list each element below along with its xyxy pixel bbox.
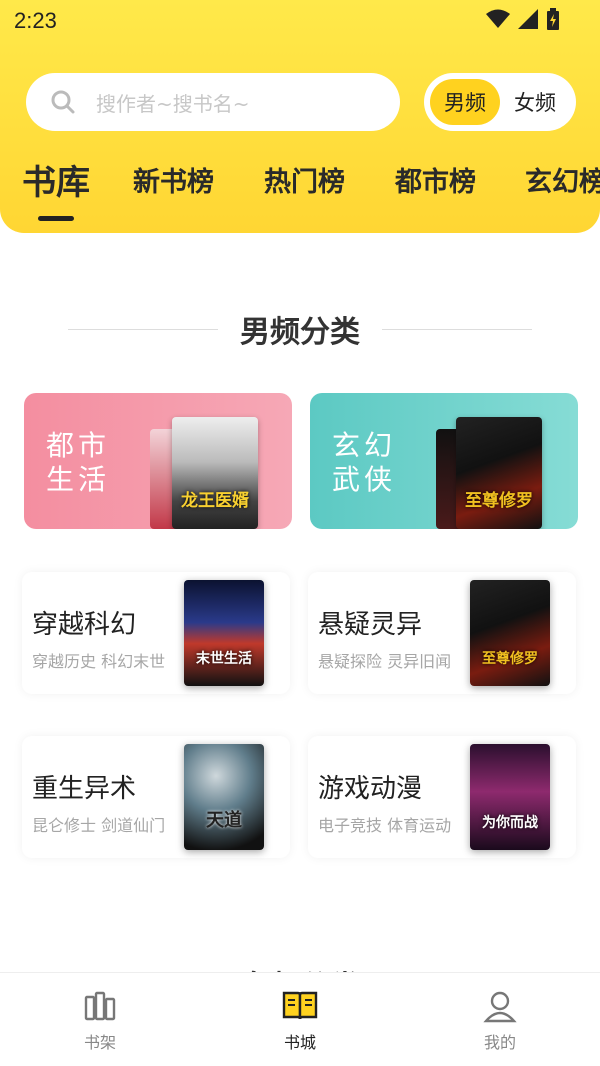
featured-label: 玄幻 武侠 — [332, 429, 397, 496]
book-cover: 天道 — [184, 744, 264, 850]
status-bar: 2:23 — [0, 0, 600, 44]
category-subtitle: 悬疑探险 灵异旧闻 — [318, 652, 452, 671]
wifi-icon — [486, 9, 510, 28]
nav-bookstore[interactable]: 书城 — [200, 973, 400, 1066]
divider — [68, 328, 218, 330]
tab-urban[interactable]: 都市榜 — [395, 160, 476, 199]
book-cover: 为你而战 — [470, 744, 550, 850]
nav-label: 书架 — [83, 1033, 116, 1052]
gender-female-button[interactable]: 女频 — [500, 79, 570, 125]
section-title: 男频分类 — [240, 315, 360, 350]
featured-label: 都市 生活 — [46, 429, 111, 496]
bottom-nav: 书架 书城 我的 — [0, 972, 600, 1066]
open-book-icon — [282, 991, 318, 1020]
user-icon — [483, 991, 517, 1023]
book-cover: 末世生活 — [184, 580, 264, 686]
book-cover: 龙王医婿 — [172, 417, 258, 529]
nav-label: 书城 — [283, 1033, 316, 1052]
category-subtitle: 电子竞技 体育运动 — [318, 816, 452, 835]
featured-card-fantasy[interactable]: 玄幻 武侠 至尊修罗 — [310, 393, 578, 529]
category-title: 重生异术 — [32, 774, 137, 804]
tab-new-books[interactable]: 新书榜 — [133, 160, 214, 199]
gender-switch[interactable]: 男频 女频 — [424, 73, 576, 131]
featured-card-urban[interactable]: 都市 生活 龙王医婿 — [24, 393, 292, 529]
tab-library[interactable]: 书库 — [22, 155, 90, 204]
tab-hot[interactable]: 热门榜 — [264, 160, 345, 199]
category-card-scifi[interactable]: 穿越科幻 穿越历史 科幻末世 末世生活 — [22, 572, 290, 694]
category-subtitle: 穿越历史 科幻末世 — [32, 652, 166, 671]
gender-male-button[interactable]: 男频 — [430, 79, 500, 125]
category-card-mystery[interactable]: 悬疑灵异 悬疑探险 灵异旧闻 至尊修罗 — [308, 572, 576, 694]
category-subtitle: 昆仑修士 剑道仙门 — [32, 816, 166, 835]
category-tabs: 书库 新书榜 热门榜 都市榜 玄幻榜 — [0, 160, 600, 224]
header: 2:23 搜作者~搜书名~ 男频 女频 书库 新书榜 热门榜 都市榜 玄幻榜 — [0, 0, 600, 233]
divider — [382, 328, 532, 330]
tab-fantasy[interactable]: 玄幻榜 — [525, 160, 600, 199]
search-bar[interactable]: 搜作者~搜书名~ — [26, 73, 400, 131]
category-card-rebirth[interactable]: 重生异术 昆仑修士 剑道仙门 天道 — [22, 736, 290, 858]
category-title: 穿越科幻 — [32, 610, 137, 640]
section-header: 男频分类 — [0, 308, 600, 350]
nav-profile[interactable]: 我的 — [400, 973, 600, 1066]
status-icons — [486, 8, 560, 30]
book-cover: 至尊修罗 — [470, 580, 550, 686]
bookshelf-icon — [84, 991, 116, 1021]
book-cover: 至尊修罗 — [456, 417, 542, 529]
signal-icon — [518, 9, 538, 29]
search-placeholder: 搜作者~搜书名~ — [96, 91, 250, 116]
status-time: 2:23 — [14, 8, 57, 33]
search-icon — [51, 90, 75, 114]
category-title: 游戏动漫 — [318, 774, 423, 804]
nav-bookshelf[interactable]: 书架 — [0, 973, 200, 1066]
active-tab-indicator — [38, 216, 74, 221]
nav-label: 我的 — [483, 1033, 516, 1052]
battery-icon — [547, 8, 559, 30]
category-card-games[interactable]: 游戏动漫 电子竞技 体育运动 为你而战 — [308, 736, 576, 858]
category-title: 悬疑灵异 — [318, 610, 423, 640]
